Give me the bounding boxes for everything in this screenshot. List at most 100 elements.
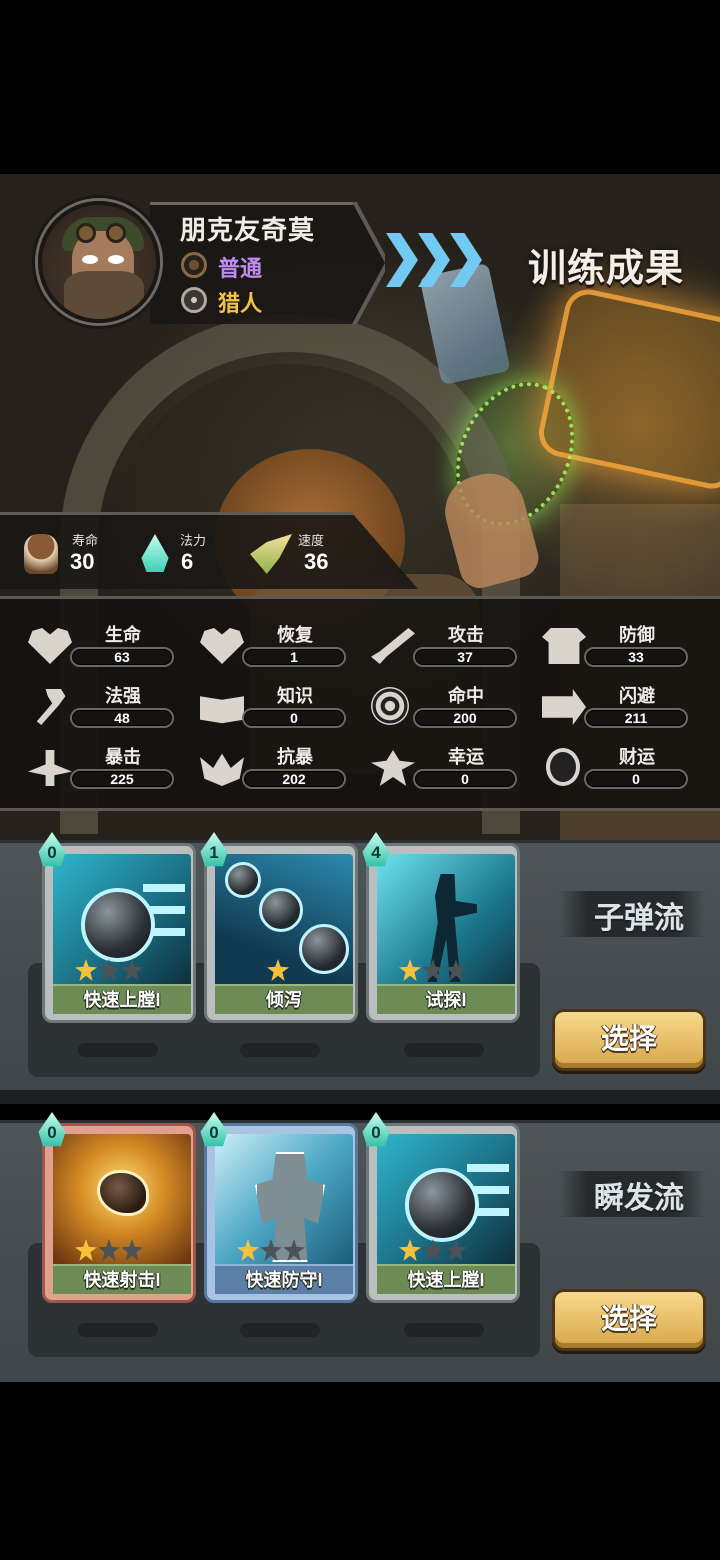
star-icon — [121, 959, 143, 981]
section-divider — [0, 1090, 720, 1104]
bottom-letterbox — [0, 1382, 720, 1560]
skill-card[interactable]: 试探I 4 — [362, 832, 520, 1023]
star-icon — [98, 959, 120, 981]
cannonball — [299, 924, 349, 974]
eye-left — [82, 255, 98, 264]
attr-accuracy: 命中 200 — [371, 683, 531, 731]
attr-regen: 恢复 1 — [200, 622, 360, 670]
star-icon — [260, 1239, 282, 1261]
blurred-line — [404, 1323, 484, 1337]
star-icon — [237, 1239, 259, 1261]
attr-value: 0 — [290, 710, 298, 726]
stat-value: 36 — [304, 549, 329, 574]
blurred-line — [404, 1043, 484, 1057]
stat-speed: 速度 36 — [250, 530, 350, 580]
attr-hp: 生命 63 — [28, 622, 188, 670]
attr-value: 33 — [628, 649, 644, 665]
chevron-arrows-icon — [386, 233, 482, 287]
attr-spell-power: 法强 48 — [28, 683, 188, 731]
star-icon — [445, 1239, 467, 1261]
card-name: 快速防守I — [245, 1270, 323, 1290]
stat-life: 寿命 30 — [24, 530, 114, 580]
stat-value: 30 — [70, 549, 95, 574]
card-name: 快速射击I — [83, 1270, 161, 1290]
attr-value: 63 — [114, 649, 130, 665]
scarf — [64, 271, 144, 319]
card-cost: 4 — [371, 843, 381, 862]
card-name: 倾泻 — [266, 990, 302, 1010]
skill-card[interactable]: 快速上膛I 0 — [38, 832, 196, 1023]
cannonball — [405, 1168, 479, 1242]
card-cost: 0 — [371, 1123, 381, 1142]
star-icon — [445, 959, 467, 981]
star-icon — [75, 959, 97, 981]
hero-class: 猎人 — [218, 291, 263, 316]
blurred-line — [78, 1043, 158, 1057]
attr-crit: 暴击 225 — [28, 744, 188, 792]
star-icon — [399, 1239, 421, 1261]
skill-card[interactable]: 快速防守I 0 — [200, 1112, 358, 1303]
mana-drop-icon — [141, 534, 169, 572]
star-icon — [399, 959, 421, 981]
attr-label: 恢复 — [277, 625, 313, 645]
star-icon — [422, 959, 444, 981]
star-icon — [267, 959, 289, 981]
crosshair-icon — [181, 287, 207, 313]
attr-label: 命中 — [448, 686, 484, 706]
hero-avatar[interactable] — [38, 201, 160, 323]
build-title: 瞬发流 — [594, 1182, 684, 1215]
card-cost: 0 — [47, 1123, 57, 1142]
build-section-instant: 快速射击I 0 快速防守I 0 快速上膛I 0 瞬发流 选择 — [0, 1112, 720, 1382]
star-rating — [399, 1239, 467, 1261]
chevron-1 — [386, 233, 418, 287]
skill-card[interactable]: 快速上膛I 0 — [362, 1112, 520, 1303]
attr-value: 37 — [457, 649, 473, 665]
life-icon — [24, 534, 58, 574]
skill-card[interactable]: 倾泻 1 — [200, 832, 358, 1023]
attr-label: 幸运 — [448, 747, 484, 767]
star-icon — [121, 1239, 143, 1261]
attr-label: 知识 — [277, 686, 313, 706]
speed-icon — [250, 534, 292, 574]
card-name: 试探I — [425, 990, 467, 1010]
attr-luck: 幸运 0 — [371, 744, 531, 792]
attr-defense: 防御 33 — [542, 622, 702, 670]
star-rating — [75, 959, 143, 981]
attr-value: 48 — [114, 710, 130, 726]
select-button[interactable]: 选择 — [552, 1289, 706, 1351]
star-rating — [237, 1239, 305, 1261]
attr-label: 闪避 — [619, 686, 655, 706]
blurred-line — [78, 1323, 158, 1337]
art-streak — [143, 884, 185, 892]
attr-value: 202 — [282, 771, 306, 787]
attr-value: 211 — [624, 710, 648, 726]
star-icon — [422, 1239, 444, 1261]
eye-right — [108, 255, 124, 264]
star-icon — [283, 1239, 305, 1261]
stat-mana: 法力 6 — [138, 530, 228, 580]
attr-label: 法强 — [105, 686, 141, 706]
goggle-right — [106, 223, 126, 243]
stat-label: 寿命 — [72, 533, 99, 548]
star-icon — [75, 1239, 97, 1261]
top-letterbox — [0, 0, 720, 174]
attr-value: 225 — [110, 771, 134, 787]
skill-card[interactable]: 快速射击I 0 — [38, 1112, 196, 1303]
attr-attack: 攻击 37 — [371, 622, 531, 670]
stat-label: 法力 — [180, 533, 207, 548]
page-title: 训练成果 — [528, 248, 685, 290]
select-button[interactable]: 选择 — [552, 1009, 706, 1071]
attr-label: 暴击 — [105, 747, 141, 767]
star-rating — [399, 959, 467, 981]
attr-label: 防御 — [619, 625, 655, 645]
attr-knowledge: 知识 0 — [200, 683, 360, 731]
attr-fortune: 财运 0 — [542, 744, 702, 792]
attr-value: 200 — [453, 710, 477, 726]
build-section-bullet: 快速上膛I 0 倾泻 1 试探I 4 子弹流 选择 — [0, 832, 720, 1102]
attr-value: 0 — [461, 771, 469, 787]
card-cost: 0 — [47, 843, 57, 862]
hero-rarity: 普通 — [218, 256, 263, 281]
star-rating — [75, 1239, 143, 1261]
shot-projectile — [97, 1170, 149, 1216]
attr-value: 1 — [290, 649, 298, 665]
